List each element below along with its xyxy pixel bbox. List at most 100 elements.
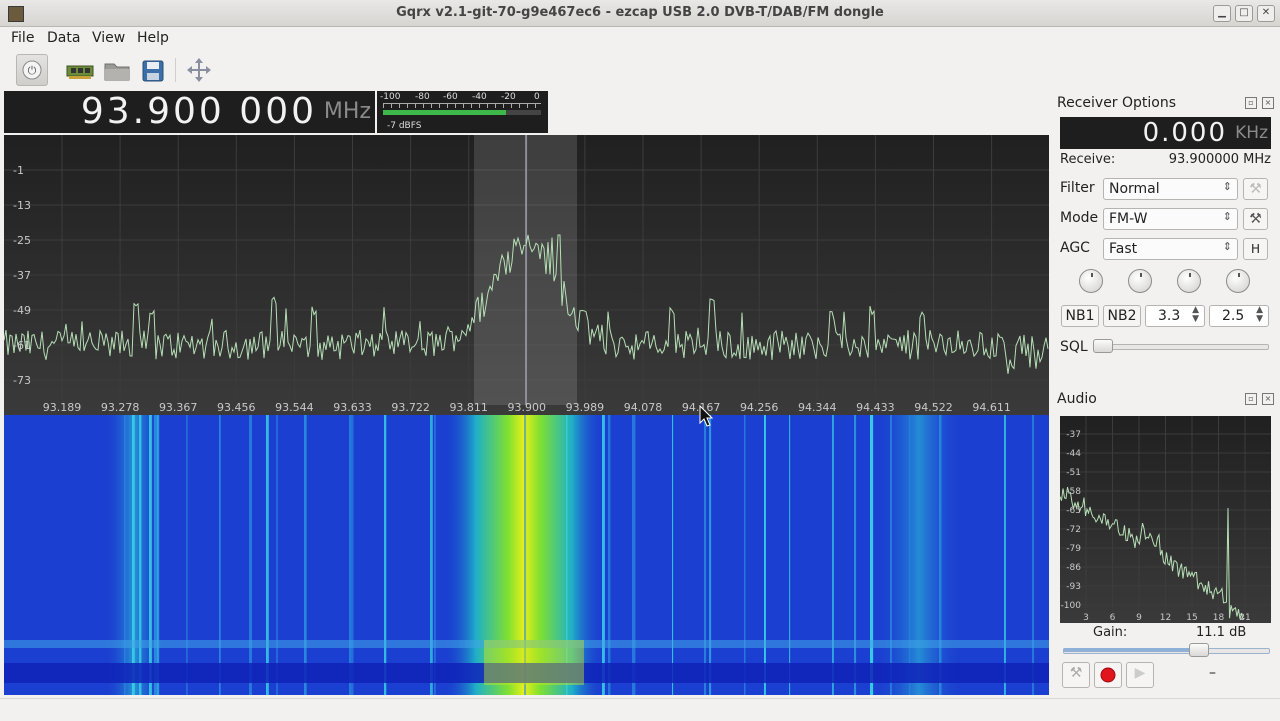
waterfall-carrier-line — [1032, 415, 1035, 695]
meter-tick: 0 — [534, 92, 540, 102]
close-panel-icon[interactable]: × — [1262, 393, 1274, 405]
waterfall-carrier-line — [124, 415, 126, 695]
play-icon: ▶ — [1134, 665, 1146, 681]
x-tick-label: 94.433 — [856, 401, 895, 414]
meter-level-bar — [383, 110, 507, 115]
spectrum-svg[interactable]: -1-13-25-37-49-61-73 93.189 93.278 93.367 9… — [3, 135, 1049, 415]
power-icon: ⏻ — [22, 60, 42, 80]
waterfall-carrier-line — [832, 415, 834, 695]
audio-x-tick-label: 3 — [1083, 613, 1089, 623]
audio-settings-button[interactable]: ⚒ — [1062, 662, 1090, 688]
agc-gain-knob[interactable] — [1177, 269, 1201, 293]
frequency-unit: MHz — [323, 99, 371, 124]
play-button[interactable]: ▶ — [1126, 662, 1154, 688]
waterfall-display[interactable] — [4, 415, 1049, 695]
power-button[interactable]: ⏻ — [16, 54, 48, 86]
y-tick-label: -49 — [13, 304, 31, 317]
wrench-icon: ⚒ — [1249, 211, 1262, 227]
save-button[interactable] — [137, 54, 169, 86]
x-tick-label: 93.367 — [159, 401, 198, 414]
waterfall-svg[interactable] — [4, 415, 1049, 695]
nb2-threshold-spinbox[interactable]: 2.5 ▲ ▼ — [1209, 305, 1269, 327]
close-icon[interactable]: ✕ — [1257, 5, 1275, 22]
squelch-slider-track[interactable] — [1093, 344, 1269, 350]
agc-threshold-knob[interactable] — [1079, 269, 1103, 293]
x-tick-label: 94.611 — [972, 401, 1011, 414]
agc-slope-knob[interactable] — [1226, 269, 1250, 293]
waterfall-carrier-line — [349, 415, 352, 695]
x-tick-label: 93.544 — [275, 401, 314, 414]
spectrum-plot[interactable]: -1 -13 -25 -37 -49 -61 -73 93.189 93.278 93.367 9… — [3, 135, 1049, 415]
frequency-value[interactable]: 93.900 000 — [81, 91, 317, 133]
gain-slider-handle[interactable] — [1189, 643, 1210, 657]
meter-level-label: -7 dBFS — [387, 121, 422, 131]
waterfall-carrier-line — [608, 415, 611, 695]
filter-select[interactable]: Normal ⇕ — [1103, 178, 1238, 200]
gain-value: 11.1 dB — [1196, 625, 1247, 640]
receiver-options-title: Receiver Options — [1057, 95, 1177, 111]
audio-y-tick-label: -72 — [1066, 525, 1081, 535]
open-file-button[interactable] — [101, 54, 133, 86]
audio-fft-plot: -37 -44 -51 -58 -65 -72 -79 -86 -93 -100 3 6 9 12 15 1… — [1060, 416, 1271, 623]
waterfall-carrier-line — [672, 415, 674, 695]
menu-view[interactable]: View — [92, 30, 125, 46]
close-panel-icon[interactable]: × — [1262, 97, 1274, 109]
waterfall-carrier-line — [854, 415, 857, 695]
audio-y-tick-label: -65 — [1066, 506, 1081, 516]
squelch-slider-handle[interactable] — [1093, 339, 1113, 353]
svg-text:⏻: ⏻ — [28, 64, 37, 77]
nb1-button[interactable]: NB1 — [1061, 305, 1099, 327]
frequency-display[interactable]: 93.900 000 MHz — [4, 91, 375, 133]
waterfall-carrier-line — [602, 415, 605, 695]
waterfall-carrier-line — [139, 415, 142, 695]
x-tick-label: 93.189 — [43, 401, 82, 414]
waterfall-carrier-line — [149, 415, 152, 695]
agc-select[interactable]: Fast ⇕ — [1103, 238, 1238, 260]
waterfall-signal-blob — [484, 640, 584, 685]
maximize-icon[interactable]: □ — [1235, 5, 1253, 22]
agc-label: AGC — [1060, 240, 1090, 256]
x-tick-label: 93.811 — [449, 401, 488, 414]
undock-icon[interactable]: ▫ — [1245, 97, 1257, 109]
menu-file[interactable]: File — [11, 30, 34, 46]
chevron-updown-icon: ⇕ — [1222, 210, 1232, 223]
waterfall-carrier-line — [132, 415, 135, 695]
device-config-button[interactable] — [64, 54, 96, 86]
agc-hang-button[interactable]: H — [1243, 238, 1268, 260]
offset-display[interactable]: 0.000 KHz — [1060, 117, 1271, 149]
mode-select[interactable]: FM-W ⇕ — [1103, 208, 1238, 230]
filter-options-button[interactable]: ⚒ — [1243, 178, 1268, 200]
receive-label: Receive: — [1060, 152, 1116, 167]
waterfall-carrier-line — [789, 415, 791, 695]
spin-arrows-icon: ▲ ▼ — [1192, 305, 1199, 324]
x-tick-label: 94.344 — [798, 401, 837, 414]
audio-x-tick-label: 9 — [1136, 613, 1142, 623]
status-bar — [0, 698, 1280, 721]
menu-data[interactable]: Data — [47, 30, 80, 46]
audio-y-tick-label: -86 — [1066, 563, 1081, 573]
waterfall-carrier-line — [352, 415, 354, 695]
nb1-threshold-spinbox[interactable]: 3.3 ▲ ▼ — [1145, 305, 1205, 327]
waterfall-carrier-line — [304, 415, 307, 695]
offset-value[interactable]: 0.000 — [1143, 117, 1227, 149]
record-button[interactable] — [1094, 662, 1122, 688]
mode-options-button[interactable]: ⚒ — [1243, 208, 1268, 230]
nb2-button[interactable]: NB2 — [1103, 305, 1141, 327]
audio-y-tick-label: -93 — [1066, 582, 1081, 592]
fullscreen-button[interactable] — [183, 54, 215, 86]
waterfall-carrier-line — [249, 415, 253, 695]
minimize-icon[interactable]: ▁ — [1213, 5, 1231, 22]
menu-help[interactable]: Help — [137, 30, 169, 46]
agc-decay-knob[interactable] — [1128, 269, 1152, 293]
x-tick-label: 94.078 — [624, 401, 663, 414]
floppy-disk-icon — [142, 60, 164, 82]
waterfall-carrier-line — [704, 415, 707, 695]
y-tick-label: -1 — [13, 164, 24, 177]
nb1-threshold-value: 3.3 — [1158, 308, 1181, 324]
x-axis-labels: 93.189 93.278 93.367 93.456 93.544 93.633 93.7… — [43, 401, 1011, 414]
undock-icon[interactable]: ▫ — [1245, 393, 1257, 405]
audio-extra-indicator: – — [1209, 665, 1216, 681]
audio-y-tick-label: -58 — [1066, 487, 1081, 497]
x-tick-label: 94.522 — [914, 401, 953, 414]
waterfall-carrier-line — [276, 415, 279, 695]
